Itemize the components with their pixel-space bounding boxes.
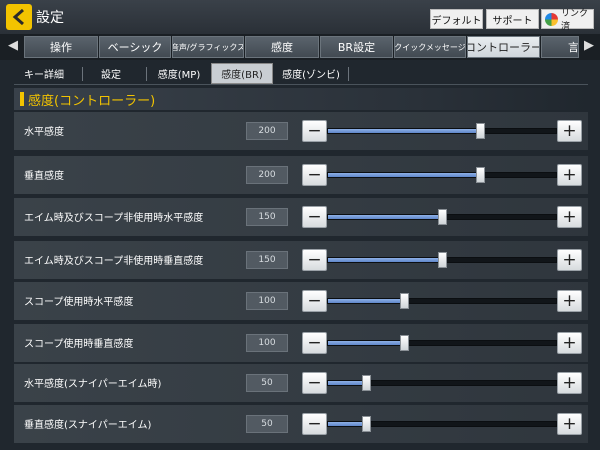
value-input[interactable]: 100	[246, 334, 288, 352]
row-label: 水平感度(スナイパーエイム時)	[24, 379, 162, 390]
decrease-button[interactable]: −	[302, 164, 327, 186]
decrease-button[interactable]: −	[302, 249, 327, 271]
tab-controller[interactable]: コントローラー	[467, 36, 540, 58]
row-label: スコープ使用時垂直感度	[24, 339, 134, 350]
slider-fill	[328, 215, 442, 219]
row-label: 垂直感度	[24, 171, 64, 182]
slider-thumb[interactable]	[438, 252, 447, 268]
value-input[interactable]: 50	[246, 415, 288, 433]
section-accent-bar	[20, 92, 24, 106]
row-label: エイム時及びスコープ非使用時水平感度	[24, 213, 204, 224]
value-input[interactable]: 100	[246, 292, 288, 310]
sensitivity-slider[interactable]	[327, 375, 557, 391]
tabs-next-icon[interactable]: ▶	[584, 38, 594, 53]
sensitivity-slider[interactable]	[327, 293, 557, 309]
link-button-label: リンク済	[561, 9, 589, 32]
sensitivity-row: エイム時及びスコープ非使用時垂直感度 150 − +	[14, 241, 588, 279]
sensitivity-row: 垂直感度 200 − +	[14, 156, 588, 194]
back-button[interactable]	[6, 4, 32, 30]
sub-tabs: キー詳細 設定 感度(MP) 感度(BR) 感度(ゾンビ)	[14, 63, 588, 85]
default-button[interactable]: デフォルト	[430, 9, 483, 29]
tab-quick-message[interactable]: クイックメッセージ	[394, 36, 466, 58]
slider-fill	[328, 341, 404, 345]
sensitivity-row: スコープ使用時垂直感度 100 − +	[14, 324, 588, 362]
subtab-key-details[interactable]: キー詳細	[14, 63, 74, 84]
slider-thumb[interactable]	[475, 167, 485, 183]
tab-language[interactable]: 言	[541, 36, 579, 58]
subtab-divider	[348, 67, 349, 81]
sensitivity-row: 水平感度 200 − +	[14, 112, 588, 150]
tab-audio-graphics[interactable]: 音声/グラフィックス	[172, 36, 244, 58]
sensitivity-slider[interactable]	[327, 209, 557, 225]
subtab-sensitivity-zombie[interactable]: 感度(ゾンビ)	[276, 63, 346, 84]
slider-thumb[interactable]	[361, 416, 371, 432]
slider-thumb[interactable]	[438, 209, 447, 225]
slider-thumb[interactable]	[399, 335, 409, 351]
support-button[interactable]: サポート	[486, 9, 539, 29]
row-label: 水平感度	[24, 127, 64, 138]
tab-sensitivity[interactable]: 感度	[245, 36, 319, 58]
tab-controls[interactable]: 操作	[24, 36, 98, 58]
tab-br-settings[interactable]: BR設定	[320, 36, 393, 58]
increase-button[interactable]: +	[557, 120, 582, 142]
slider-fill	[328, 299, 404, 303]
subtab-divider	[146, 67, 147, 81]
slider-thumb[interactable]	[361, 375, 371, 391]
main-tabs: ◀ 操作 ベーシック 音声/グラフィックス 感度 BR設定 クイックメッセージ …	[0, 34, 600, 60]
value-input[interactable]: 150	[246, 251, 288, 269]
slider-thumb[interactable]	[475, 123, 485, 139]
row-label: エイム時及びスコープ非使用時垂直感度	[24, 256, 204, 267]
decrease-button[interactable]: −	[302, 120, 327, 142]
sensitivity-slider[interactable]	[327, 252, 557, 268]
sensitivity-row: 垂直感度(スナイパーエイム) 50 − +	[14, 405, 588, 443]
top-bar: 設定 デフォルト サポート リンク済	[0, 0, 600, 34]
slider-fill	[328, 173, 480, 177]
increase-button[interactable]: +	[557, 332, 582, 354]
decrease-button[interactable]: −	[302, 290, 327, 312]
slider-fill	[328, 381, 366, 385]
sensitivity-slider[interactable]	[327, 335, 557, 351]
value-input[interactable]: 50	[246, 374, 288, 392]
subtab-sensitivity-br[interactable]: 感度(BR)	[211, 63, 273, 84]
sensitivity-slider[interactable]	[327, 416, 557, 432]
slider-fill	[328, 129, 480, 133]
slider-fill	[328, 422, 366, 426]
sensitivity-row: スコープ使用時水平感度 100 − +	[14, 282, 588, 320]
row-label: スコープ使用時水平感度	[24, 297, 134, 308]
row-label: 垂直感度(スナイパーエイム)	[24, 420, 152, 431]
section-header: 感度(コントローラー)	[14, 88, 588, 110]
increase-button[interactable]: +	[557, 290, 582, 312]
link-button[interactable]: リンク済	[541, 9, 594, 32]
value-input[interactable]: 200	[246, 166, 288, 184]
decrease-button[interactable]: −	[302, 413, 327, 435]
sensitivity-row: 水平感度(スナイパーエイム時) 50 − +	[14, 364, 588, 402]
link-status-icon	[545, 12, 558, 26]
increase-button[interactable]: +	[557, 164, 582, 186]
increase-button[interactable]: +	[557, 249, 582, 271]
sensitivity-row: エイム時及びスコープ非使用時水平感度 150 − +	[14, 198, 588, 236]
slider-thumb[interactable]	[399, 293, 409, 309]
increase-button[interactable]: +	[557, 372, 582, 394]
value-input[interactable]: 150	[246, 208, 288, 226]
subtab-divider	[82, 67, 83, 81]
sensitivity-slider[interactable]	[327, 123, 557, 139]
page-title: 設定	[36, 10, 64, 26]
tabs-prev-icon[interactable]: ◀	[8, 38, 18, 53]
decrease-button[interactable]: −	[302, 372, 327, 394]
value-input[interactable]: 200	[246, 122, 288, 140]
decrease-button[interactable]: −	[302, 332, 327, 354]
sensitivity-slider[interactable]	[327, 167, 557, 183]
increase-button[interactable]: +	[557, 413, 582, 435]
subtab-sensitivity-mp[interactable]: 感度(MP)	[148, 63, 210, 84]
subtab-settings[interactable]: 設定	[84, 63, 138, 84]
decrease-button[interactable]: −	[302, 206, 327, 228]
tab-basic[interactable]: ベーシック	[99, 36, 171, 58]
increase-button[interactable]: +	[557, 206, 582, 228]
slider-fill	[328, 258, 442, 262]
back-arrow-icon	[12, 9, 24, 25]
section-title: 感度(コントローラー)	[28, 94, 156, 109]
